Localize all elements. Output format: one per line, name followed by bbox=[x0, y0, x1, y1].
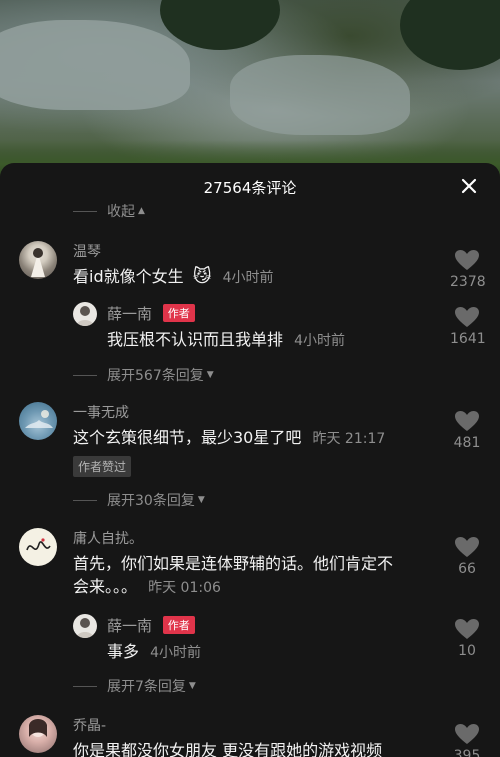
video-rock bbox=[0, 20, 190, 110]
avatar[interactable] bbox=[19, 402, 57, 440]
heart-icon bbox=[455, 619, 479, 639]
heart-icon bbox=[455, 411, 479, 431]
chevron-down-icon: ▼ bbox=[188, 681, 196, 691]
divider-line bbox=[73, 374, 97, 376]
avatar[interactable] bbox=[73, 302, 97, 326]
video-tree bbox=[400, 0, 500, 70]
comment-body: 这个玄策很细节，最少30星了吧 bbox=[73, 428, 302, 447]
like-count: 2378 bbox=[450, 274, 486, 290]
comment-username[interactable]: 庸人自扰。 bbox=[73, 528, 143, 548]
comments-sheet: 27564条评论 收起 ▲ 温琴 看id就像个女生 😼 4小时前 2378 薛一… bbox=[0, 163, 500, 757]
video-tree bbox=[160, 0, 280, 50]
expand-label: 展开567条回复 bbox=[107, 368, 204, 384]
author-tag: 作者 bbox=[162, 304, 195, 322]
reply-time: 4小时前 bbox=[150, 645, 202, 661]
comment-item: 庸人自扰。 首先，你们如果是连体野辅的话。他们肯定不 会来。。。 昨天 01:0… bbox=[0, 526, 500, 706]
comment-username[interactable]: 乔晶- bbox=[73, 715, 106, 735]
comment-username[interactable]: 一事无成 bbox=[73, 402, 129, 422]
collapse-label: 收起 bbox=[107, 204, 135, 220]
divider-line bbox=[73, 499, 97, 501]
avatar[interactable] bbox=[73, 614, 97, 638]
like-button[interactable]: 1641 bbox=[450, 306, 486, 347]
heart-icon bbox=[455, 724, 479, 744]
like-count: 395 bbox=[453, 748, 481, 757]
reply-username-text[interactable]: 薛一南 bbox=[107, 617, 152, 635]
expand-replies-button[interactable]: 展开7条回复 ▼ bbox=[73, 676, 196, 696]
comment-count-title: 27564条评论 bbox=[203, 179, 297, 197]
avatar[interactable] bbox=[19, 241, 57, 279]
comment-body: 看id就像个女生 bbox=[73, 267, 184, 286]
reply-username-text[interactable]: 薛一南 bbox=[107, 305, 152, 323]
comment-body-line1: 首先，你们如果是连体野辅的话。他们肯定不 bbox=[73, 554, 394, 573]
like-button[interactable]: 395 bbox=[450, 723, 484, 757]
author-tag: 作者 bbox=[162, 616, 195, 634]
expand-label: 展开30条回复 bbox=[107, 493, 195, 509]
comment-body: 你是果都没你女朋友 更没有跟她的游戏视频 bbox=[73, 741, 383, 757]
like-button[interactable]: 66 bbox=[450, 536, 484, 577]
reply-username: 薛一南 作者 bbox=[107, 615, 195, 636]
avatar[interactable] bbox=[19, 528, 57, 566]
expand-replies-button[interactable]: 展开30条回复 ▼ bbox=[73, 490, 205, 510]
chevron-up-icon: ▲ bbox=[138, 206, 145, 216]
reply-body: 我压根不认识而且我单排 bbox=[107, 330, 284, 349]
comment-item: 乔晶- 你是果都没你女朋友 更没有跟她的游戏视频 395 bbox=[0, 713, 500, 757]
comment-body-line2: 会来。。。 bbox=[73, 577, 138, 596]
divider-line bbox=[73, 685, 97, 687]
comment-text: 你是果都没你女朋友 更没有跟她的游戏视频 bbox=[73, 739, 382, 757]
reply-username: 薛一南 作者 bbox=[107, 303, 195, 324]
chevron-down-icon: ▼ bbox=[206, 370, 214, 380]
cat-emoji: 😼 bbox=[192, 266, 212, 287]
comment-item: 温琴 看id就像个女生 😼 4小时前 2378 薛一南 作者 我压根不认识而且我… bbox=[0, 239, 500, 389]
like-count: 66 bbox=[458, 561, 476, 577]
heart-icon bbox=[455, 250, 479, 270]
comment-text: 首先，你们如果是连体野辅的话。他们肯定不 会来。。。 昨天 01:06 bbox=[73, 552, 448, 600]
comment-text: 看id就像个女生 😼 4小时前 bbox=[73, 265, 273, 290]
chevron-down-icon: ▼ bbox=[197, 495, 205, 505]
comment-time: 昨天 21:17 bbox=[312, 431, 386, 447]
comment-time: 昨天 01:06 bbox=[148, 580, 221, 596]
video-rock bbox=[230, 55, 410, 135]
collapse-replies-button[interactable]: 收起 ▲ bbox=[73, 201, 145, 221]
expand-replies-button[interactable]: 展开567条回复 ▼ bbox=[73, 365, 214, 385]
comment-text: 这个玄策很细节，最少30星了吧 昨天 21:17 bbox=[73, 426, 385, 451]
reply-body: 事多 bbox=[107, 642, 140, 661]
heart-icon bbox=[455, 537, 479, 557]
close-icon[interactable] bbox=[458, 175, 480, 197]
reply-text: 事多 4小时前 bbox=[107, 640, 201, 665]
comment-username[interactable]: 温琴 bbox=[73, 241, 101, 261]
heart-icon bbox=[455, 307, 479, 327]
like-count: 481 bbox=[453, 435, 481, 451]
like-button[interactable]: 10 bbox=[450, 618, 484, 659]
comment-body-line2-wrap: 会来。。。 昨天 01:06 bbox=[73, 575, 448, 600]
like-count: 1641 bbox=[450, 331, 486, 347]
comment-item: 一事无成 这个玄策很细节，最少30星了吧 昨天 21:17 作者赞过 481 展… bbox=[0, 400, 500, 510]
like-count: 10 bbox=[458, 643, 476, 659]
author-liked-tag: 作者赞过 bbox=[73, 456, 132, 477]
like-button[interactable]: 2378 bbox=[450, 249, 486, 290]
reply-text: 我压根不认识而且我单排 4小时前 bbox=[107, 328, 345, 353]
expand-label: 展开7条回复 bbox=[107, 679, 186, 695]
divider-line bbox=[73, 210, 97, 212]
avatar[interactable] bbox=[19, 715, 57, 753]
comment-time: 4小时前 bbox=[222, 270, 274, 286]
video-background[interactable] bbox=[0, 0, 500, 180]
reply-time: 4小时前 bbox=[294, 333, 346, 349]
like-button[interactable]: 481 bbox=[450, 410, 484, 451]
